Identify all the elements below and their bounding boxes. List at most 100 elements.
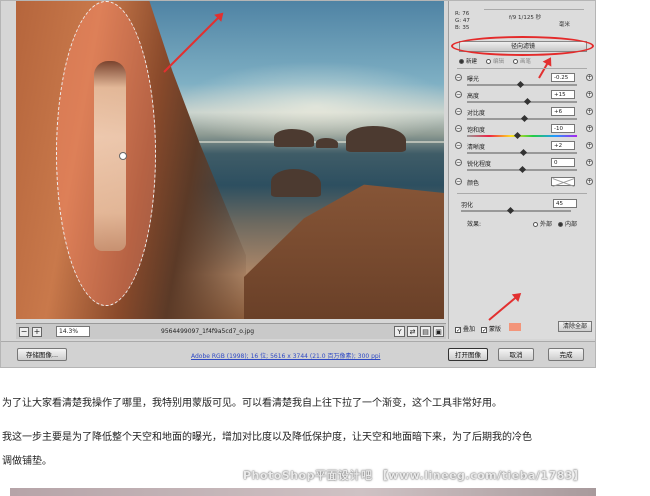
slider-value[interactable]: +15 xyxy=(551,90,575,99)
plus-icon[interactable]: + xyxy=(586,108,593,115)
effect-label: 效果: xyxy=(467,221,482,228)
before-after-icon[interactable]: Y xyxy=(394,326,405,337)
slider-feather[interactable]: 羽化 45 xyxy=(461,199,581,217)
slider-thumb[interactable] xyxy=(520,114,528,123)
check-icon: ✓ xyxy=(481,326,488,334)
article-paragraph-2-line-1: 我这一步主要是为了降低整个天空和地面的曝光，增加对比度以及降低保护度，让天空和地… xyxy=(2,432,532,443)
slider-label: 饱和度 xyxy=(467,127,486,134)
slider-thumb[interactable] xyxy=(514,131,522,140)
minus-icon[interactable]: − xyxy=(455,142,462,149)
plus-icon[interactable]: + xyxy=(586,142,593,149)
cancel-button[interactable]: 取消 xyxy=(498,348,534,361)
slider-exposure[interactable]: − 曝光 -0.25 + xyxy=(455,73,593,91)
mask-checkbox[interactable]: ✓ 蒙版 xyxy=(481,324,501,333)
copy-settings-icon[interactable]: ▤ xyxy=(420,326,431,337)
overlay-checkbox[interactable]: ✓ 叠加 xyxy=(455,324,475,333)
slider-sharpness[interactable]: − 锐化程度 0 + xyxy=(455,158,593,176)
sea-rock xyxy=(316,138,338,148)
next-image-preview xyxy=(10,488,596,496)
mask-options: ✓ 叠加 ✓ 蒙版 清除全部 xyxy=(453,321,594,335)
slider-saturation[interactable]: − 饱和度 -10 + xyxy=(455,124,593,142)
open-image-button[interactable]: 打开图像 xyxy=(448,348,488,361)
divider xyxy=(457,68,587,69)
slider-value[interactable]: 45 xyxy=(553,199,577,208)
check-icon: ✓ xyxy=(455,326,462,334)
minus-icon[interactable]: − xyxy=(455,125,462,132)
site-watermark: PhotoShop平面设计吧 【www.lineeg.com/tieba/178… xyxy=(243,469,585,482)
slider-value[interactable]: 0 xyxy=(551,158,575,167)
slider-label: 高度 xyxy=(467,93,480,100)
aperture-shutter: f/9 1/125 秒 xyxy=(509,15,542,21)
slider-value[interactable]: -10 xyxy=(551,124,575,133)
slider-value[interactable]: +6 xyxy=(551,107,575,116)
plus-icon[interactable]: + xyxy=(586,159,593,166)
article-paragraph-2-line-2: 调做铺垫。 xyxy=(2,456,52,467)
slider-label: 曝光 xyxy=(467,76,480,83)
article-paragraph-1: 为了让大家看清楚我操作了哪里，我特别用蒙版可见。可以看清楚我自上往下拉了一个渐变… xyxy=(2,398,502,409)
slider-clarity[interactable]: − 清晰度 +2 + xyxy=(455,141,593,159)
rgb-readout: R: 76 G: 47 B: 35 xyxy=(455,11,470,32)
slider-thumb[interactable] xyxy=(517,80,525,89)
minus-icon[interactable]: − xyxy=(455,74,462,81)
annotation-oval xyxy=(451,36,594,56)
focal-length: 毫米 xyxy=(559,22,571,28)
color-swatch[interactable] xyxy=(551,177,575,186)
minus-icon[interactable]: − xyxy=(455,159,462,166)
beach-rock xyxy=(271,169,321,197)
sea-rock xyxy=(346,126,406,152)
dialog-footer: 存储图像... Adobe RGB (1998); 16 位; 5616 x 3… xyxy=(1,341,595,367)
radio-icon xyxy=(486,59,492,64)
file-name: 9564499097_1f4f9a5cd7_o.jpg xyxy=(161,328,255,335)
zoom-out-icon[interactable]: − xyxy=(19,327,29,337)
camera-raw-window: ! − + 14.3% 9564499097_1f4f9a5cd7_o.jpg … xyxy=(0,0,596,368)
workflow-options-link[interactable]: Adobe RGB (1998); 16 位; 5616 x 3744 (21.… xyxy=(191,351,380,360)
effect-outside[interactable]: 外部 xyxy=(533,219,552,228)
slider-thumb[interactable] xyxy=(523,97,532,106)
minus-icon[interactable]: − xyxy=(455,178,462,185)
slider-brightness[interactable]: − 高度 +15 + xyxy=(455,90,593,108)
slider-thumb[interactable] xyxy=(506,206,515,215)
slider-value[interactable]: -0.25 xyxy=(551,73,575,82)
slider-thumb[interactable] xyxy=(518,165,526,174)
slider-value[interactable]: +2 xyxy=(551,141,575,150)
mode-new[interactable]: 新建 xyxy=(459,57,477,65)
zoom-in-icon[interactable]: + xyxy=(32,327,42,337)
image-preview[interactable]: ! xyxy=(16,1,444,319)
slider-label: 羽化 xyxy=(461,202,474,209)
swap-icon[interactable]: ⇄ xyxy=(407,326,418,337)
toggle-preview-icon[interactable]: ▣ xyxy=(433,326,444,337)
clear-all-button[interactable]: 清除全部 xyxy=(558,321,592,332)
effect-inside[interactable]: 内部 xyxy=(558,219,577,228)
slider-label: 锐化程度 xyxy=(467,161,492,168)
radial-filter-pin[interactable] xyxy=(119,152,127,160)
save-image-button[interactable]: 存储图像... xyxy=(17,348,67,361)
divider xyxy=(484,9,584,10)
color-label: 颜色 xyxy=(467,180,480,187)
minus-icon[interactable]: − xyxy=(455,108,462,115)
radio-icon xyxy=(558,222,564,227)
preview-status-bar: − + 14.3% 9564499097_1f4f9a5cd7_o.jpg Y … xyxy=(16,323,446,339)
slider-label: 清晰度 xyxy=(467,144,486,151)
minus-icon[interactable]: − xyxy=(455,91,462,98)
slider-track[interactable] xyxy=(467,101,577,103)
sea-rock xyxy=(274,129,314,147)
slider-contrast[interactable]: − 对比度 +6 + xyxy=(455,107,593,125)
slider-label: 对比度 xyxy=(467,110,486,117)
slider-track[interactable] xyxy=(461,210,571,212)
exif-info: f/9 1/125 秒 毫米 xyxy=(509,15,570,29)
plus-icon[interactable]: + xyxy=(586,91,593,98)
effect-row: 效果: 外部 内部 xyxy=(467,219,577,228)
plus-icon[interactable]: + xyxy=(586,178,593,185)
zoom-select[interactable]: 14.3% xyxy=(56,326,90,337)
plus-icon[interactable]: + xyxy=(586,74,593,81)
mask-color-swatch[interactable] xyxy=(509,323,521,331)
done-button[interactable]: 完成 xyxy=(548,348,584,361)
slider-thumb[interactable] xyxy=(519,148,527,157)
mode-brush[interactable]: 画笔 xyxy=(513,57,531,65)
radio-icon xyxy=(513,59,519,64)
mode-edit[interactable]: 编辑 xyxy=(486,57,504,65)
plus-icon[interactable]: + xyxy=(586,125,593,132)
red-value: R: 76 xyxy=(455,11,470,17)
slider-track[interactable] xyxy=(467,135,577,137)
preview-tools: Y ⇄ ▤ ▣ xyxy=(394,326,444,337)
